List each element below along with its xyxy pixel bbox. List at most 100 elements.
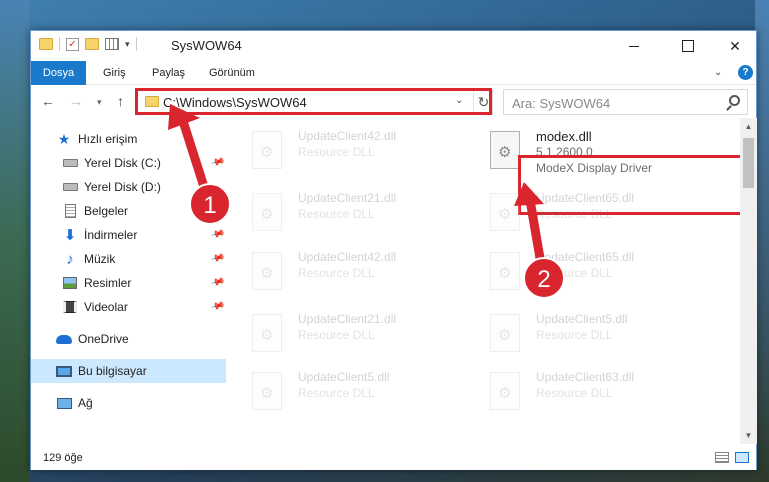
tab-file[interactable]: Dosya	[31, 61, 86, 85]
file-name: UpdateClient42.dll	[298, 250, 397, 264]
dll-file-icon	[490, 252, 520, 290]
file-tile[interactable]: UpdateClient21.dll Resource DLL	[228, 185, 460, 241]
file-type: Resource DLL	[298, 145, 375, 159]
nav-item-documents[interactable]: Belgeler 📌	[31, 199, 226, 223]
nav-item-music[interactable]: ♪ Müzik 📌	[31, 247, 226, 271]
file-type: Resource DLL	[298, 266, 375, 280]
dll-file-icon	[252, 252, 282, 290]
maximize-button[interactable]	[665, 31, 711, 61]
minimize-button[interactable]	[611, 31, 657, 61]
file-name: UpdateClient65.dll	[536, 191, 635, 205]
address-bar-highlight	[135, 88, 492, 115]
file-name: UpdateClient5.dll	[298, 370, 390, 384]
file-tile[interactable]: UpdateClient65.dll Resource DLL	[466, 185, 698, 241]
new-folder-icon[interactable]	[85, 38, 99, 50]
folder-icon	[39, 38, 53, 50]
tab-home[interactable]: Giriş	[93, 61, 136, 85]
file-name: modex.dll	[536, 129, 592, 144]
nav-item-label: Videolar	[84, 300, 128, 314]
dll-file-icon	[252, 314, 282, 352]
nav-item-label: Belgeler	[84, 204, 129, 218]
file-type: Resource DLL	[298, 207, 375, 221]
nav-item-onedrive[interactable]: OneDrive	[31, 327, 226, 351]
scrollbar-thumb[interactable]	[743, 138, 754, 188]
vertical-scrollbar[interactable]: ▲ ▼	[740, 118, 757, 444]
file-tile[interactable]: UpdateClient21.dll Resource DLL	[228, 306, 460, 362]
close-button[interactable]: ✕	[712, 31, 758, 61]
scroll-down-arrow-icon[interactable]: ▼	[740, 427, 757, 444]
nav-item-label: İndirmeler	[84, 228, 138, 242]
file-name: UpdateClient5.dll	[536, 312, 628, 326]
nav-item-label: Yerel Disk (D:)	[84, 180, 161, 194]
download-icon: ⬇	[63, 227, 77, 244]
dll-file-icon	[490, 314, 520, 352]
search-icon[interactable]	[729, 95, 740, 106]
forward-arrow-icon[interactable]: →	[69, 93, 83, 109]
file-name: UpdateClient63.dll	[536, 370, 635, 384]
window-title: SysWOW64	[171, 38, 242, 53]
documents-icon	[62, 203, 78, 219]
file-list: UpdateClient42.dll Resource DLL UpdateCl…	[228, 118, 740, 444]
large-icons-view-icon[interactable]	[735, 452, 749, 463]
explorer-window: ✓ ▾ SysWOW64 ✕ Dosya Giriş Paylaş Görünü…	[30, 30, 757, 470]
file-type: Resource DLL	[536, 266, 613, 280]
file-tile[interactable]: UpdateClient65.dll Resource DLL	[466, 244, 698, 300]
navigation-pane: ★ Hızlı erişim Yerel Disk (C:) 📌 Yerel D…	[31, 118, 228, 444]
file-tile[interactable]: UpdateClient5.dll Resource DLL	[466, 306, 698, 362]
nav-item-videos[interactable]: Videolar 📌	[31, 295, 226, 319]
nav-item-this-pc[interactable]: Bu bilgisayar	[31, 359, 226, 383]
view-options-icon[interactable]	[105, 38, 119, 50]
file-type: Resource DLL	[536, 207, 613, 221]
file-tile[interactable]: UpdateClient63.dll Resource DLL	[466, 364, 698, 420]
nav-item-local-disk-d[interactable]: Yerel Disk (D:)	[31, 175, 226, 199]
details-view-icon[interactable]	[715, 452, 729, 463]
up-arrow-icon[interactable]: ↑	[117, 93, 124, 109]
search-input[interactable]: Ara: SysWOW64	[503, 89, 748, 115]
properties-icon[interactable]: ✓	[66, 37, 79, 51]
nav-item-quick-access[interactable]: ★ Hızlı erişim	[31, 127, 226, 151]
title-bar: ✓ ▾ SysWOW64 ✕	[31, 31, 756, 61]
file-type: Resource DLL	[298, 328, 375, 342]
toolbar-divider	[59, 37, 60, 51]
file-tile[interactable]: UpdateClient42.dll Resource DLL	[228, 244, 460, 300]
search-placeholder: Ara: SysWOW64	[512, 96, 611, 111]
computer-icon	[56, 363, 72, 379]
nav-item-label: Ağ	[78, 396, 93, 410]
pin-icon: 📌	[209, 274, 226, 291]
scroll-up-arrow-icon[interactable]: ▲	[740, 118, 757, 135]
nav-item-label: Resimler	[84, 276, 132, 290]
recent-locations-chevron-icon[interactable]: ▾	[97, 97, 102, 108]
dll-file-icon	[490, 193, 520, 231]
file-name: UpdateClient21.dll	[298, 312, 397, 326]
cloud-icon	[56, 331, 72, 347]
dll-file-icon	[490, 372, 520, 410]
file-tile[interactable]: UpdateClient42.dll Resource DLL	[228, 123, 460, 179]
desktop-background-right	[755, 0, 769, 482]
dll-file-icon	[252, 193, 282, 231]
toolbar-divider	[135, 37, 137, 51]
file-name: UpdateClient21.dll	[298, 191, 397, 205]
pictures-icon	[62, 275, 78, 291]
network-icon	[56, 395, 72, 411]
ribbon-tabs: Dosya Giriş Paylaş Görünüm ⌄ ?	[31, 61, 756, 85]
expand-ribbon-chevron-icon[interactable]: ⌄	[714, 67, 722, 78]
nav-item-pictures[interactable]: Resimler 📌	[31, 271, 226, 295]
status-bar: 129 öğe	[31, 444, 756, 470]
quick-access-toolbar: ✓ ▾	[39, 37, 137, 51]
nav-item-label: Müzik	[84, 252, 116, 266]
nav-item-downloads[interactable]: ⬇ İndirmeler 📌	[31, 223, 226, 247]
back-arrow-icon[interactable]: ←	[41, 93, 55, 109]
tab-view[interactable]: Görünüm	[199, 61, 265, 85]
help-icon[interactable]: ?	[738, 65, 753, 80]
videos-icon	[62, 299, 78, 315]
file-name: UpdateClient65.dll	[536, 250, 635, 264]
dll-file-icon	[252, 131, 282, 169]
nav-item-label: Yerel Disk (C:)	[84, 156, 161, 170]
file-tile[interactable]: UpdateClient5.dll Resource DLL	[228, 364, 460, 420]
desktop-background-left	[0, 0, 30, 482]
nav-item-network[interactable]: Ağ	[31, 391, 226, 415]
customize-toolbar-chevron-icon[interactable]: ▾	[125, 39, 130, 50]
nav-item-local-disk-c[interactable]: Yerel Disk (C:) 📌	[31, 151, 226, 175]
file-type: Resource DLL	[536, 328, 613, 342]
tab-share[interactable]: Paylaş	[142, 61, 195, 85]
